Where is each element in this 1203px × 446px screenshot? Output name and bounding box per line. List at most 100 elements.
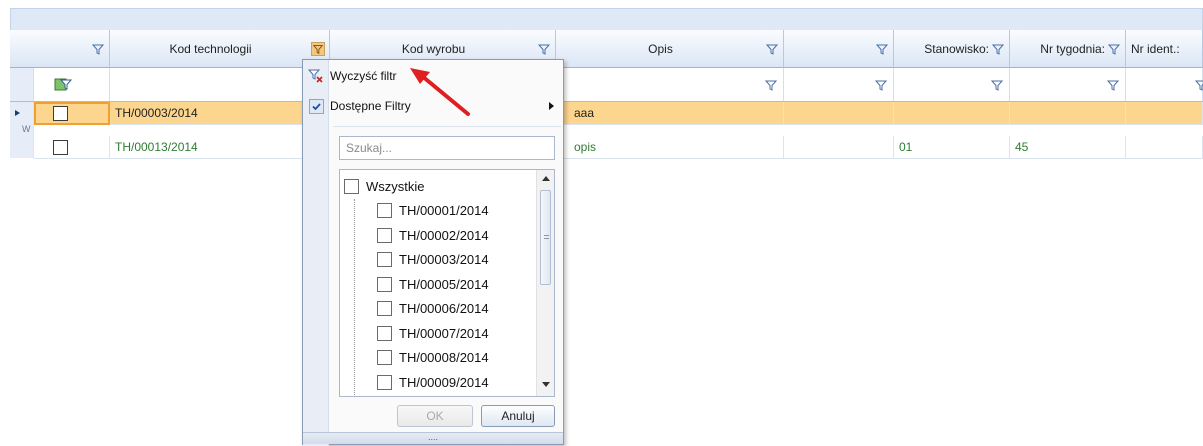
- row-checkbox-cell[interactable]: [34, 102, 110, 125]
- cell-opis[interactable]: opis: [556, 136, 784, 159]
- table-row[interactable]: TH/00003/2014 aaa: [10, 102, 1203, 125]
- list-item-label: TH/00005/2014: [399, 276, 489, 292]
- list-item[interactable]: TH/00003/2014: [377, 248, 534, 273]
- filter-cell-nr-tygodnia[interactable]: [1010, 68, 1126, 101]
- clear-filter-icon: [308, 69, 323, 83]
- scroll-down-icon[interactable]: [542, 382, 550, 387]
- filter-cell-empty[interactable]: [784, 68, 894, 101]
- list-item-label: TH/00008/2014: [399, 350, 489, 366]
- filter-cell-kod-technologii[interactable]: [110, 68, 330, 101]
- cell-text: 45: [1015, 140, 1029, 154]
- cell-text: opis: [574, 140, 597, 154]
- filter-cell-opis[interactable]: [556, 68, 784, 101]
- filter-icon[interactable]: [1194, 78, 1203, 92]
- checkbox[interactable]: [377, 350, 392, 366]
- button-label: Anuluj: [501, 409, 535, 423]
- filter-icon[interactable]: [1106, 78, 1120, 92]
- list-item-label: TH/00001/2014: [399, 203, 489, 219]
- cell-nr-ident[interactable]: [1126, 102, 1203, 125]
- column-header-selector[interactable]: [10, 30, 110, 68]
- column-header-nr-ident[interactable]: Nr ident.:: [1126, 30, 1203, 68]
- cell-empty[interactable]: [784, 102, 894, 125]
- filter-row: [10, 68, 1203, 102]
- cell-empty[interactable]: [784, 136, 894, 159]
- scroll-thumb[interactable]: [540, 190, 551, 285]
- cancel-button[interactable]: Anuluj: [481, 405, 555, 427]
- cell-kod-technologii[interactable]: TH/00003/2014: [110, 102, 330, 125]
- list-item-label: TH/00007/2014: [399, 325, 489, 341]
- filter-cell-nr-ident[interactable]: [1126, 68, 1203, 101]
- filter-value-list[interactable]: Wszystkie TH/00001/2014 TH/00002/2014 TH…: [339, 169, 555, 397]
- column-header-opis[interactable]: Opis: [556, 30, 784, 68]
- column-header-nr-tygodnia[interactable]: Nr tygodnia:: [1010, 30, 1126, 68]
- list-item[interactable]: TH/00001/2014: [377, 199, 534, 224]
- row-checkbox[interactable]: [53, 106, 68, 121]
- row-indicator: W: [10, 124, 34, 158]
- checkbox[interactable]: [377, 252, 392, 268]
- group-panel-grip: [16, 26, 38, 37]
- checkbox[interactable]: [377, 374, 392, 390]
- cell-stanowisko[interactable]: [894, 102, 1010, 125]
- checkbox[interactable]: [377, 325, 392, 341]
- popup-resize-grip[interactable]: ....: [303, 432, 563, 444]
- checkbox[interactable]: [377, 227, 392, 243]
- filter-icon[interactable]: [874, 78, 888, 92]
- filter-icon[interactable]: [765, 42, 779, 56]
- filter-icon[interactable]: [990, 78, 1004, 92]
- row-indicator: [10, 102, 34, 125]
- cell-text: TH/00013/2014: [115, 140, 198, 154]
- cell-nr-tygodnia[interactable]: 45: [1010, 136, 1126, 159]
- list-item[interactable]: TH/00006/2014: [377, 297, 534, 322]
- button-label: OK: [426, 409, 444, 423]
- filter-icon[interactable]: [91, 42, 105, 56]
- data-grid: Kod technologii Kod wyrobu Opis Stanowis…: [10, 30, 1203, 162]
- filter-icon[interactable]: [875, 42, 889, 56]
- ok-button[interactable]: OK: [397, 405, 473, 427]
- list-item-all[interactable]: Wszystkie: [344, 174, 534, 199]
- cell-text: aaa: [574, 106, 595, 120]
- column-header-stanowisko[interactable]: Stanowisko:: [894, 30, 1010, 68]
- column-header-empty[interactable]: [784, 30, 894, 68]
- row-checkbox-cell[interactable]: [34, 136, 110, 159]
- filter-editor-icon[interactable]: [54, 77, 72, 93]
- row-checkbox[interactable]: [53, 139, 68, 155]
- current-row-arrow-icon: [15, 110, 20, 116]
- checkbox[interactable]: [377, 276, 392, 292]
- checkbox[interactable]: [377, 301, 392, 317]
- checkbox[interactable]: [344, 178, 359, 194]
- side-letter: W: [22, 124, 31, 134]
- column-header-label: Kod technologii: [169, 41, 252, 56]
- group-panel: [10, 8, 1203, 30]
- column-header-label: Opis: [648, 41, 673, 56]
- list-item[interactable]: TH/00005/2014: [377, 272, 534, 297]
- submenu-arrow-icon: [549, 102, 554, 110]
- filter-icon-active[interactable]: [311, 41, 325, 56]
- column-header-kod-technologii[interactable]: Kod technologii: [110, 30, 330, 68]
- list-item[interactable]: TH/00007/2014: [377, 321, 534, 346]
- filter-icon[interactable]: [537, 42, 551, 56]
- table-row[interactable]: W TH/00013/2014 opis 01 45: [10, 124, 1203, 159]
- menu-item-label: Dostępne Filtry: [330, 99, 411, 113]
- filter-cell-stanowisko[interactable]: [894, 68, 1010, 101]
- search-input[interactable]: Szukaj...: [339, 136, 555, 160]
- cell-stanowisko[interactable]: 01: [894, 136, 1010, 159]
- checkbox[interactable]: [377, 203, 392, 219]
- cell-text: TH/00003/2014: [115, 106, 198, 120]
- filter-cell-selector[interactable]: [34, 68, 110, 101]
- cell-nr-tygodnia[interactable]: [1010, 102, 1126, 125]
- cell-kod-technologii[interactable]: TH/00013/2014: [110, 136, 330, 159]
- list-item[interactable]: TH/00002/2014: [377, 223, 534, 248]
- list-item-label: TH/00003/2014: [399, 252, 489, 268]
- list-item[interactable]: TH/00008/2014: [377, 346, 534, 371]
- scroll-up-icon[interactable]: [542, 176, 550, 181]
- list-item-label: TH/00009/2014: [399, 374, 489, 390]
- list-scrollbar[interactable]: [536, 170, 554, 396]
- list-item[interactable]: TH/00009/2014: [377, 370, 534, 395]
- filter-icon[interactable]: [1107, 42, 1121, 56]
- cell-nr-ident[interactable]: [1126, 136, 1203, 159]
- column-header-label: Nr ident.:: [1131, 41, 1180, 56]
- cell-opis[interactable]: aaa: [556, 102, 784, 125]
- search-placeholder: Szukaj...: [346, 141, 393, 155]
- filter-icon[interactable]: [764, 78, 778, 92]
- filter-icon[interactable]: [991, 42, 1005, 56]
